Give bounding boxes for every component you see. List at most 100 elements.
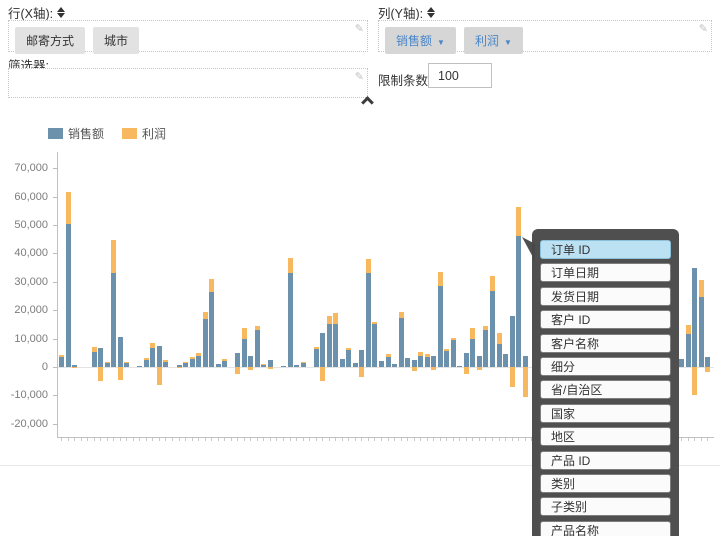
bar-profit-segment[interactable]: [418, 352, 424, 356]
bar-sales-segment[interactable]: [183, 363, 189, 367]
bar-sales-segment[interactable]: [254, 330, 260, 367]
bar-profit-segment[interactable]: [333, 312, 339, 324]
bar-profit-segment[interactable]: [117, 367, 123, 380]
bar-sales-segment[interactable]: [241, 338, 247, 367]
bar-profit-segment[interactable]: [326, 315, 332, 325]
bar-sales-segment[interactable]: [346, 350, 352, 367]
bar-sales-segment[interactable]: [267, 359, 273, 367]
bar-profit-segment[interactable]: [196, 353, 202, 357]
bar-profit-segment[interactable]: [241, 327, 247, 339]
bar-sales-segment[interactable]: [463, 352, 469, 367]
context-menu-item[interactable]: 省/自治区: [540, 380, 671, 400]
bar-sales-segment[interactable]: [705, 357, 711, 367]
bar-profit-segment[interactable]: [287, 257, 293, 274]
bar-profit-segment[interactable]: [398, 311, 404, 318]
bar-sales-segment[interactable]: [698, 296, 704, 367]
context-menu-item[interactable]: 客户名称: [540, 333, 671, 353]
bar-sales-segment[interactable]: [333, 323, 339, 367]
bar-profit-segment[interactable]: [516, 206, 522, 237]
context-menu-item[interactable]: 类别: [540, 474, 671, 493]
bar-profit-segment[interactable]: [163, 360, 169, 362]
collapse-panel-chevron-up-icon[interactable]: [361, 96, 374, 109]
bar-profit-segment[interactable]: [91, 347, 97, 353]
bar-sales-segment[interactable]: [326, 324, 332, 367]
bar-profit-segment[interactable]: [444, 349, 450, 352]
bar-profit-segment[interactable]: [705, 367, 711, 373]
bar-profit-segment[interactable]: [150, 342, 156, 348]
bar-profit-segment[interactable]: [209, 278, 215, 292]
bar-profit-segment[interactable]: [267, 367, 273, 369]
bar-sales-segment[interactable]: [378, 361, 384, 367]
bar-profit-segment[interactable]: [698, 279, 704, 297]
bar-sales-segment[interactable]: [196, 356, 202, 367]
bar-sales-segment[interactable]: [215, 364, 221, 367]
bar-sales-segment[interactable]: [65, 223, 71, 367]
bar-sales-segment[interactable]: [222, 360, 228, 367]
bar-sales-segment[interactable]: [281, 365, 287, 367]
bar-profit-segment[interactable]: [72, 367, 78, 369]
bar-sales-segment[interactable]: [522, 355, 528, 367]
bar-profit-segment[interactable]: [320, 367, 326, 381]
bar-sales-segment[interactable]: [496, 344, 502, 367]
bar-sales-segment[interactable]: [489, 291, 495, 367]
context-menu-item[interactable]: 国家: [540, 403, 671, 423]
bar-sales-segment[interactable]: [437, 286, 443, 367]
edit-pencil-icon[interactable]: ✎: [355, 70, 364, 83]
bar-sales-segment[interactable]: [320, 332, 326, 367]
bar-profit-segment[interactable]: [300, 362, 306, 364]
bar-sales-segment[interactable]: [418, 355, 424, 367]
sort-updown-icon[interactable]: [57, 7, 66, 18]
bar-profit-segment[interactable]: [509, 367, 515, 388]
bar-sales-segment[interactable]: [476, 356, 482, 367]
bar-profit-segment[interactable]: [183, 362, 189, 364]
bar-sales-segment[interactable]: [117, 336, 123, 367]
bar-sales-segment[interactable]: [202, 318, 208, 367]
bar-sales-segment[interactable]: [59, 357, 64, 367]
col-fields-well[interactable]: ✎ 销售额 ▼ 利润 ▼: [378, 20, 712, 54]
bar-sales-segment[interactable]: [248, 356, 254, 367]
bar-profit-segment[interactable]: [496, 332, 502, 345]
bar-sales-segment[interactable]: [339, 358, 345, 367]
context-menu-item[interactable]: 产品名称: [540, 520, 671, 536]
bar-sales-segment[interactable]: [679, 359, 685, 367]
row-field-chip[interactable]: 邮寄方式: [15, 27, 86, 54]
bar-profit-segment[interactable]: [385, 353, 391, 358]
bar-profit-segment[interactable]: [189, 356, 195, 360]
bar-sales-segment[interactable]: [516, 236, 522, 367]
bar-sales-segment[interactable]: [294, 365, 300, 367]
bar-profit-segment[interactable]: [222, 359, 228, 361]
bar-sales-segment[interactable]: [143, 359, 149, 367]
limit-input[interactable]: [428, 63, 492, 88]
bar-sales-segment[interactable]: [313, 349, 319, 367]
bar-profit-segment[interactable]: [156, 367, 162, 386]
bar-profit-segment[interactable]: [476, 367, 482, 371]
context-menu-item[interactable]: 发货日期: [540, 286, 671, 306]
bar-sales-segment[interactable]: [398, 317, 404, 367]
bar-profit-segment[interactable]: [424, 354, 430, 358]
bar-profit-segment[interactable]: [104, 361, 110, 363]
bar-sales-segment[interactable]: [104, 362, 110, 367]
row-field-chip[interactable]: 城市: [93, 27, 140, 54]
bar-profit-segment[interactable]: [176, 367, 182, 368]
bar-sales-segment[interactable]: [444, 351, 450, 367]
bar-profit-segment[interactable]: [522, 367, 528, 397]
bar-sales-segment[interactable]: [209, 291, 215, 367]
bar-sales-segment[interactable]: [483, 330, 489, 367]
bar-sales-segment[interactable]: [457, 365, 463, 367]
bar-sales-segment[interactable]: [685, 334, 691, 367]
bar-profit-segment[interactable]: [254, 326, 260, 331]
bar-profit-segment[interactable]: [359, 367, 365, 377]
measure-field-dropdown[interactable]: 销售额 ▼: [385, 27, 456, 54]
bar-sales-segment[interactable]: [163, 361, 169, 367]
bar-sales-segment[interactable]: [470, 338, 476, 367]
bar-sales-segment[interactable]: [392, 363, 398, 367]
bar-profit-segment[interactable]: [685, 324, 691, 335]
bar-sales-segment[interactable]: [235, 352, 241, 367]
bar-profit-segment[interactable]: [261, 364, 267, 365]
bar-profit-segment[interactable]: [431, 367, 437, 370]
context-menu-item[interactable]: 地区: [540, 427, 671, 447]
bar-profit-segment[interactable]: [59, 354, 64, 358]
row-fields-well[interactable]: ✎ 邮寄方式 城市: [8, 20, 368, 54]
context-menu-item[interactable]: 产品 ID: [540, 450, 671, 470]
bar-sales-segment[interactable]: [424, 357, 430, 367]
